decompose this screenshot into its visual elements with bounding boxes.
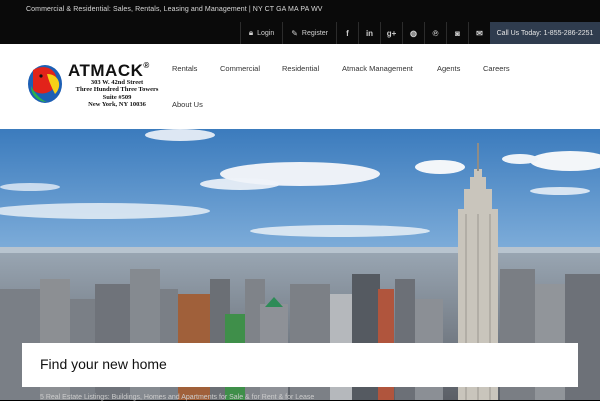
pinterest-icon: ℗ (432, 28, 439, 38)
logo-address: 303 W. 42nd Street Three Hundred Three T… (71, 79, 163, 108)
nav-atmack-management[interactable]: Atmack Management (342, 64, 413, 73)
google-plus-icon: g+ (386, 28, 397, 38)
linkedin-icon: in (365, 28, 374, 38)
nav-residential[interactable]: Residential (282, 64, 319, 73)
address-line: New York, NY 10036 (88, 100, 146, 108)
instagram-icon: ◙ (455, 28, 460, 38)
call-us-button[interactable]: Call Us Today: 1-855-286-2251 (490, 22, 600, 44)
login-label: Login (257, 29, 275, 37)
address-line: 303 W. 42nd Street (90, 79, 144, 86)
edit-icon: ✎ (291, 28, 298, 38)
parrot-logo-icon (28, 65, 62, 103)
linkedin-link[interactable]: in (358, 22, 380, 44)
nav-commercial[interactable]: Commercial (220, 64, 260, 73)
dribbble-link[interactable]: ◍ (402, 22, 424, 44)
dribbble-icon: ◍ (410, 28, 417, 38)
lock-icon: 🔒︎ (248, 28, 254, 37)
login-link[interactable]: 🔒︎ Login (239, 22, 282, 44)
google-plus-link[interactable]: g+ (380, 22, 402, 44)
email-icon: ✉ (476, 28, 483, 38)
instagram-link[interactable]: ◙ (446, 22, 468, 44)
top-bar: Commercial & Residential: Sales, Rentals… (0, 0, 600, 44)
main-nav: Rentals Commercial Residential Atmack Ma… (160, 44, 600, 129)
address-line: Three Hundred Three Towers (75, 86, 159, 94)
register-link[interactable]: ✎ Register (282, 22, 336, 44)
nav-agents[interactable]: Agents (437, 64, 460, 73)
pinterest-link[interactable]: ℗ (424, 22, 446, 44)
nav-careers[interactable]: Careers (483, 64, 510, 73)
facebook-link[interactable]: f (336, 22, 358, 44)
nav-rentals[interactable]: Rentals (172, 64, 197, 73)
logo-name: ATMACK (68, 61, 144, 80)
facebook-icon: f (346, 28, 349, 38)
atmack-logo[interactable]: ATMACK® 303 W. 42nd Street Three Hundred… (25, 61, 165, 112)
register-label: Register (301, 29, 328, 37)
site-header: ATMACK® 303 W. 42nd Street Three Hundred… (0, 44, 600, 129)
find-home-title: Find your new home (40, 356, 167, 372)
registered-mark: ® (143, 61, 150, 70)
nav-about-us[interactable]: About Us (172, 100, 203, 109)
find-home-card[interactable]: Find your new home (22, 343, 578, 387)
tagline: Commercial & Residential: Sales, Rentals… (26, 6, 323, 13)
email-link[interactable]: ✉ (468, 22, 490, 44)
top-actions: 🔒︎ Login ✎ Register f in g+ ◍ ℗ ◙ ✉ Call… (239, 22, 600, 44)
address-line: Suite #509 (102, 93, 132, 101)
logo-wordmark: ATMACK® (68, 61, 150, 81)
